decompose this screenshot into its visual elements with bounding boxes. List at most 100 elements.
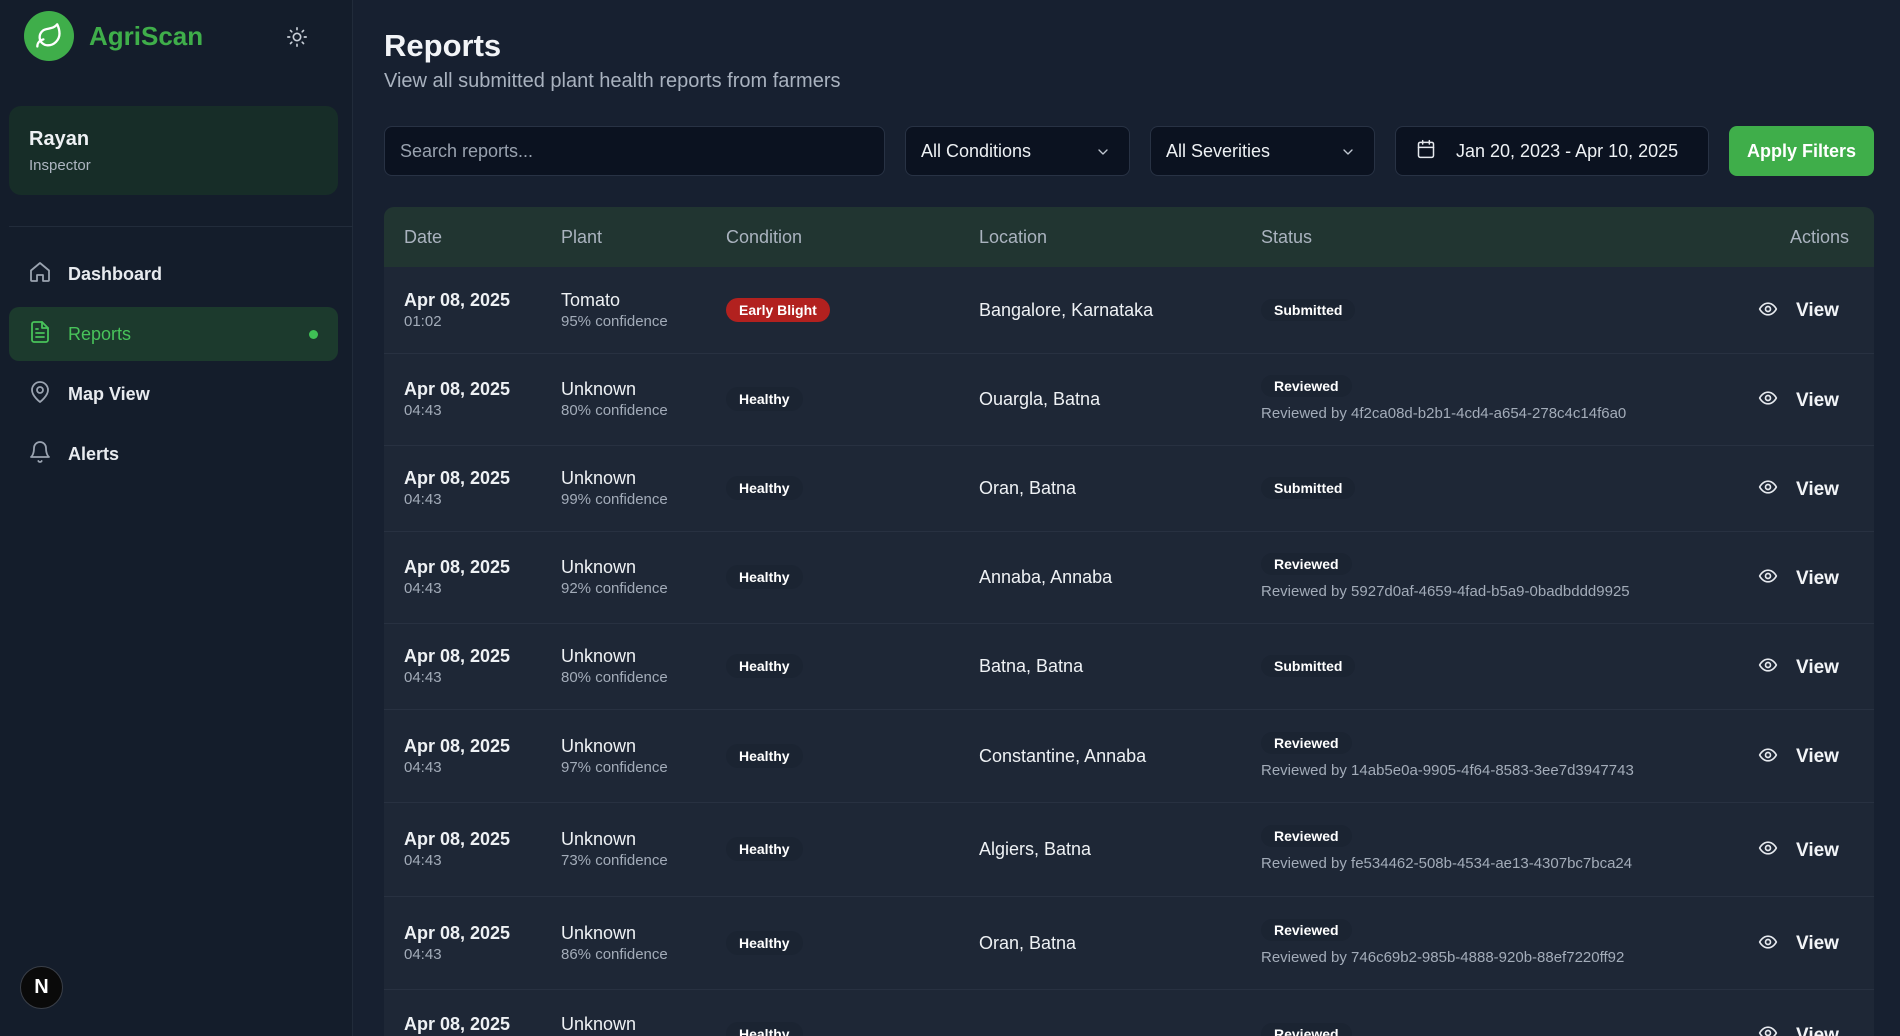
table-row[interactable]: Apr 08, 2025 04:43 Unknown 92% confidence He… bbox=[384, 532, 1874, 624]
condition-badge: Healthy bbox=[726, 930, 803, 955]
report-time: 04:43 bbox=[404, 491, 442, 508]
status-cell: Submitted bbox=[1261, 298, 1356, 321]
report-time: 01:02 bbox=[404, 312, 442, 330]
view-label: View bbox=[1796, 389, 1839, 411]
status-badge: Reviewed bbox=[1261, 825, 1352, 847]
location-cell: Batna, Batna bbox=[979, 656, 1084, 676]
sidebar-divider bbox=[9, 226, 353, 227]
date-range-picker[interactable]: Jan 20, 2023 - Apr 10, 2025 bbox=[1395, 126, 1709, 176]
report-time: 04:43 bbox=[404, 580, 442, 597]
table-row[interactable]: Apr 08, 2025 04:43 Unknown 97% confidence He… bbox=[384, 710, 1874, 803]
user-role: Inspector bbox=[29, 157, 91, 174]
table-row[interactable]: Apr 08, 2025 04:43 Unknown 80% confidence He… bbox=[384, 354, 1874, 446]
column-header-status[interactable]: Status bbox=[1261, 227, 1312, 248]
severities-select[interactable]: All Severities bbox=[1150, 126, 1375, 176]
status-cell: Reviewed Reviewed by 746c69b2-985b-4888-9… bbox=[1261, 918, 1625, 966]
reviewed-by-text: Reviewed by 4f2ca08d-b2b1-4cd4-a654-278c… bbox=[1261, 405, 1627, 422]
view-report-button[interactable]: View bbox=[1758, 566, 1839, 591]
table-row[interactable]: Apr 08, 2025 04:43 Unknown 80% confidence He… bbox=[384, 624, 1874, 710]
condition-badge: Healthy bbox=[726, 476, 803, 500]
plant-confidence: 99% confidence bbox=[561, 491, 668, 508]
column-header-location[interactable]: Location bbox=[979, 227, 1047, 248]
view-report-button[interactable]: View bbox=[1758, 655, 1839, 680]
plant-cell: Tomato 95% confidence bbox=[561, 290, 668, 330]
chevron-down-icon bbox=[1340, 144, 1356, 165]
column-header-condition[interactable]: Condition bbox=[726, 227, 802, 248]
status-badge: Reviewed bbox=[1261, 731, 1352, 754]
report-time: 04:43 bbox=[404, 669, 442, 686]
view-report-button[interactable]: View bbox=[1758, 388, 1839, 413]
filter-bar: All Conditions All Severities Jan 20, 20… bbox=[384, 126, 1874, 176]
sidebar-item-alerts[interactable]: Alerts bbox=[9, 427, 338, 481]
table-row[interactable]: Apr 08, 2025 Unknown Healthy Reviewed View bbox=[384, 990, 1874, 1036]
eye-icon bbox=[1758, 745, 1778, 770]
condition-cell: Healthy bbox=[726, 837, 803, 861]
plant-confidence: 92% confidence bbox=[561, 580, 668, 597]
view-report-button[interactable]: View bbox=[1758, 299, 1839, 324]
status-badge: Reviewed bbox=[1261, 918, 1352, 941]
report-date: Apr 08, 2025 bbox=[404, 829, 511, 849]
report-date: Apr 08, 2025 bbox=[404, 379, 511, 399]
eye-icon bbox=[1758, 1023, 1778, 1036]
report-date: Apr 08, 2025 bbox=[404, 557, 511, 577]
location-cell: Oran, Batna bbox=[979, 932, 1077, 953]
status-badge: Submitted bbox=[1261, 477, 1356, 499]
view-report-button[interactable]: View bbox=[1758, 477, 1839, 502]
conditions-select[interactable]: All Conditions bbox=[905, 126, 1130, 176]
table-row[interactable]: Apr 08, 2025 04:43 Unknown 73% confidence He… bbox=[384, 803, 1874, 897]
plant-name: Tomato bbox=[561, 289, 621, 310]
plant-name: Unknown bbox=[561, 735, 637, 756]
search-input[interactable] bbox=[384, 126, 885, 176]
table-row[interactable]: Apr 08, 2025 04:43 Unknown 86% confidence He… bbox=[384, 897, 1874, 990]
sidebar-item-dashboard[interactable]: Dashboard bbox=[9, 247, 338, 301]
sidebar-item-reports[interactable]: Reports bbox=[9, 307, 338, 361]
view-label: View bbox=[1796, 478, 1839, 500]
table-row[interactable]: Apr 08, 2025 04:43 Unknown 99% confidence He… bbox=[384, 446, 1874, 532]
view-label: View bbox=[1796, 839, 1839, 861]
theme-toggle-sun-icon[interactable] bbox=[284, 24, 310, 50]
date-cell: Apr 08, 2025 04:43 bbox=[404, 736, 510, 776]
view-report-button[interactable]: View bbox=[1758, 932, 1839, 957]
date-cell: Apr 08, 2025 04:43 bbox=[404, 646, 510, 686]
report-time: 04:43 bbox=[404, 758, 442, 776]
condition-badge: Healthy bbox=[726, 837, 803, 861]
location-cell: Constantine, Annaba bbox=[979, 745, 1147, 766]
sidebar-item-label: Reports bbox=[68, 323, 132, 344]
status-badge: Submitted bbox=[1261, 298, 1356, 321]
view-label: View bbox=[1796, 933, 1839, 954]
apply-filters-button[interactable]: Apply Filters bbox=[1729, 126, 1874, 176]
eye-icon bbox=[1758, 655, 1778, 680]
column-header-plant[interactable]: Plant bbox=[561, 227, 602, 248]
nextjs-logo-icon[interactable]: N bbox=[20, 966, 63, 1009]
bell-icon bbox=[28, 440, 52, 469]
status-cell: Reviewed Reviewed by fe534462-508b-4534-a… bbox=[1261, 825, 1632, 872]
view-report-button[interactable]: View bbox=[1758, 838, 1839, 863]
user-name: Rayan bbox=[29, 128, 90, 150]
condition-badge: Early Blight bbox=[726, 297, 830, 322]
view-report-button[interactable]: View bbox=[1758, 1023, 1839, 1036]
reviewed-by-text: Reviewed by 746c69b2-985b-4888-920b-88ef… bbox=[1261, 948, 1625, 966]
plant-cell: Unknown 92% confidence bbox=[561, 557, 668, 597]
sidebar-item-map-view[interactable]: Map View bbox=[9, 367, 338, 421]
condition-cell: Healthy bbox=[726, 930, 803, 955]
page-subtitle: View all submitted plant health reports … bbox=[384, 70, 841, 92]
status-cell: Reviewed bbox=[1261, 1023, 1352, 1036]
eye-icon bbox=[1758, 388, 1778, 413]
date-cell: Apr 08, 2025 01:02 bbox=[404, 290, 510, 330]
location-cell: Annaba, Annaba bbox=[979, 567, 1113, 587]
brand[interactable]: AgriScan bbox=[24, 11, 203, 61]
plant-cell: Unknown bbox=[561, 1014, 636, 1036]
report-time: 04:43 bbox=[404, 402, 442, 419]
report-date: Apr 08, 2025 bbox=[404, 735, 511, 756]
table-row[interactable]: Apr 08, 2025 01:02 Tomato 95% confidence Ear… bbox=[384, 267, 1874, 354]
status-badge: Submitted bbox=[1261, 655, 1356, 677]
home-icon bbox=[28, 260, 52, 289]
eye-icon bbox=[1758, 477, 1778, 502]
date-cell: Apr 08, 2025 04:43 bbox=[404, 379, 510, 419]
app-name: AgriScan bbox=[89, 20, 204, 51]
date-cell: Apr 08, 2025 04:43 bbox=[404, 557, 510, 597]
view-label: View bbox=[1796, 1024, 1839, 1036]
column-header-date[interactable]: Date bbox=[404, 227, 442, 248]
sidebar-nav: Dashboard Reports Map View Alerts bbox=[9, 247, 338, 487]
view-report-button[interactable]: View bbox=[1758, 745, 1839, 770]
